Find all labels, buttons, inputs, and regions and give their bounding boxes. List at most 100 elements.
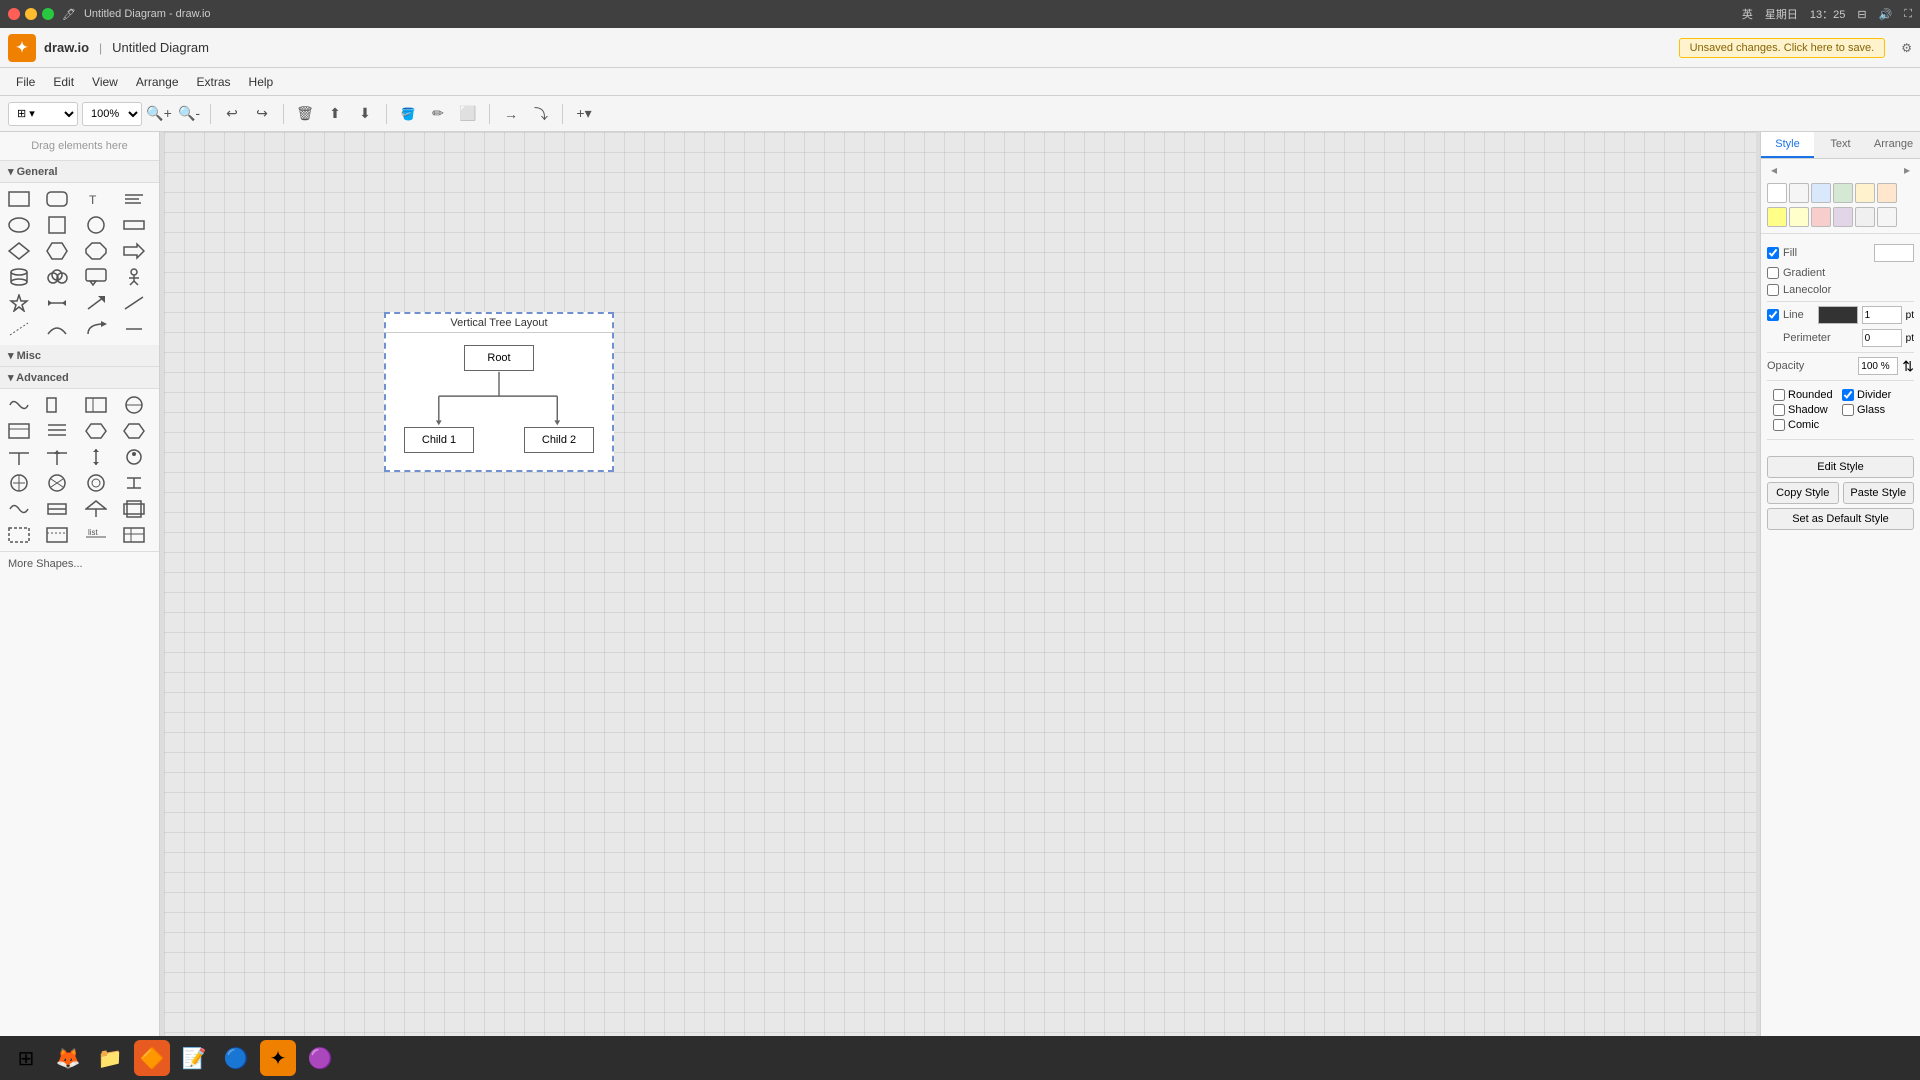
menu-arrange[interactable]: Arrange: [128, 72, 187, 92]
redo-button[interactable]: ↪: [249, 101, 275, 127]
color-white[interactable]: [1767, 183, 1787, 203]
adv-shape-20[interactable]: [119, 497, 149, 521]
connection-button[interactable]: →: [498, 101, 524, 127]
glass-checkbox[interactable]: [1842, 404, 1854, 416]
shape-ellipse[interactable]: [4, 213, 34, 237]
menu-edit[interactable]: Edit: [45, 72, 82, 92]
line-width-input[interactable]: [1862, 306, 1902, 324]
shape-hexagon[interactable]: [42, 239, 72, 263]
perimeter-value-input[interactable]: [1862, 329, 1902, 347]
adv-shape-9[interactable]: [4, 445, 34, 469]
section-misc[interactable]: Misc: [0, 345, 159, 367]
color-lightyellow[interactable]: [1855, 183, 1875, 203]
fill-color-button[interactable]: 🪣: [395, 101, 421, 127]
shape-short-line[interactable]: [119, 317, 149, 341]
delete-button[interactable]: 🗑: [292, 101, 318, 127]
menu-file[interactable]: File: [8, 72, 43, 92]
tab-text[interactable]: Text: [1814, 132, 1867, 158]
fullscreen-icon[interactable]: ⛶: [1904, 8, 1912, 21]
shadow-checkbox[interactable]: [1773, 404, 1785, 416]
adv-shape-24[interactable]: [119, 523, 149, 547]
shape-circle[interactable]: [81, 213, 111, 237]
taskbar-app3-icon[interactable]: 🟣: [302, 1040, 338, 1076]
unsaved-banner[interactable]: Unsaved changes. Click here to save.: [1679, 38, 1886, 58]
adv-shape-7[interactable]: [81, 419, 111, 443]
set-default-style-button[interactable]: Set as Default Style: [1767, 508, 1914, 530]
menu-help[interactable]: Help: [241, 72, 282, 92]
line-color-button[interactable]: ✏: [425, 101, 451, 127]
menu-extras[interactable]: Extras: [189, 72, 239, 92]
adv-shape-8[interactable]: [119, 419, 149, 443]
shadow-button[interactable]: ⬜: [455, 101, 481, 127]
adv-shape-16[interactable]: [119, 471, 149, 495]
shape-arrow-up-right[interactable]: [81, 291, 111, 315]
canvas[interactable]: Vertical Tree Layout Root Child 1 Child …: [164, 132, 1756, 1048]
opacity-stepper[interactable]: ⇅: [1902, 358, 1914, 375]
paste-style-button[interactable]: Paste Style: [1843, 482, 1915, 504]
undo-button[interactable]: ↩: [219, 101, 245, 127]
zoom-select[interactable]: 100%: [82, 102, 142, 126]
zoom-out-button[interactable]: 🔍-: [176, 101, 202, 127]
rounded-checkbox[interactable]: [1773, 389, 1785, 401]
shape-square[interactable]: [42, 213, 72, 237]
shape-lines[interactable]: [119, 187, 149, 211]
line-color-picker[interactable]: [1818, 306, 1858, 324]
fill-color-picker[interactable]: [1874, 244, 1914, 262]
zoom-in-button[interactable]: 🔍+: [146, 101, 172, 127]
gradient-checkbox[interactable]: [1767, 267, 1779, 279]
taskbar-files-icon[interactable]: 📁: [92, 1040, 128, 1076]
lanecolor-checkbox[interactable]: [1767, 284, 1779, 296]
shape-octagon[interactable]: [81, 239, 111, 263]
adv-shape-10[interactable]: [42, 445, 72, 469]
adv-shape-1[interactable]: [4, 393, 34, 417]
color-pink[interactable]: [1811, 207, 1831, 227]
comic-checkbox[interactable]: [1773, 419, 1785, 431]
copy-style-button[interactable]: Copy Style: [1767, 482, 1839, 504]
shape-curve[interactable]: [42, 317, 72, 341]
shape-horizontal-rect[interactable]: [119, 213, 149, 237]
shape-callout[interactable]: [81, 265, 111, 289]
adv-shape-3[interactable]: [81, 393, 111, 417]
color-lightgray[interactable]: [1789, 183, 1809, 203]
line-checkbox[interactable]: [1767, 309, 1779, 321]
node-child1[interactable]: Child 1: [404, 427, 474, 453]
menu-view[interactable]: View: [84, 72, 126, 92]
close-button[interactable]: [8, 8, 20, 20]
minimize-button[interactable]: [25, 8, 37, 20]
color-prev-button[interactable]: ◂: [1765, 161, 1783, 179]
insert-button[interactable]: +▾: [571, 101, 597, 127]
shape-diagonal-line[interactable]: [4, 317, 34, 341]
adv-shape-22[interactable]: [42, 523, 72, 547]
opacity-value-input[interactable]: [1858, 357, 1898, 375]
adv-shape-6[interactable]: [42, 419, 72, 443]
adv-shape-19[interactable]: [81, 497, 111, 521]
doc-title[interactable]: Untitled Diagram: [112, 40, 209, 55]
shape-text[interactable]: T: [81, 187, 111, 211]
section-advanced[interactable]: Advanced: [0, 367, 159, 389]
divider-checkbox[interactable]: [1842, 389, 1854, 401]
tab-style[interactable]: Style: [1761, 132, 1814, 158]
adv-shape-14[interactable]: [42, 471, 72, 495]
toback-button[interactable]: ⬇: [352, 101, 378, 127]
shape-cylinder[interactable]: [4, 265, 34, 289]
color-lightgreen[interactable]: [1833, 183, 1853, 203]
shape-cloud[interactable]: [42, 265, 72, 289]
node-root[interactable]: Root: [464, 345, 534, 371]
tofront-button[interactable]: ⬆: [322, 101, 348, 127]
shape-star[interactable]: [4, 291, 34, 315]
taskbar-firefox-icon[interactable]: 🦊: [50, 1040, 86, 1076]
taskbar-notes-icon[interactable]: 📝: [176, 1040, 212, 1076]
diagram-container[interactable]: Vertical Tree Layout Root Child 1 Child …: [384, 312, 614, 472]
waypoint-button[interactable]: ⤵: [528, 101, 554, 127]
adv-shape-15[interactable]: [81, 471, 111, 495]
color-offwhite[interactable]: [1877, 207, 1897, 227]
more-shapes-link[interactable]: More Shapes...: [0, 551, 159, 576]
node-child2[interactable]: Child 2: [524, 427, 594, 453]
color-lightorange[interactable]: [1877, 183, 1897, 203]
maximize-button[interactable]: [42, 8, 54, 20]
tab-arrange[interactable]: Arrange: [1867, 132, 1920, 158]
taskbar-app2-icon[interactable]: 🔵: [218, 1040, 254, 1076]
taskbar-spark-icon[interactable]: 🔶: [134, 1040, 170, 1076]
view-select[interactable]: ⊞ ▾: [8, 102, 78, 126]
color-lightblue[interactable]: [1811, 183, 1831, 203]
